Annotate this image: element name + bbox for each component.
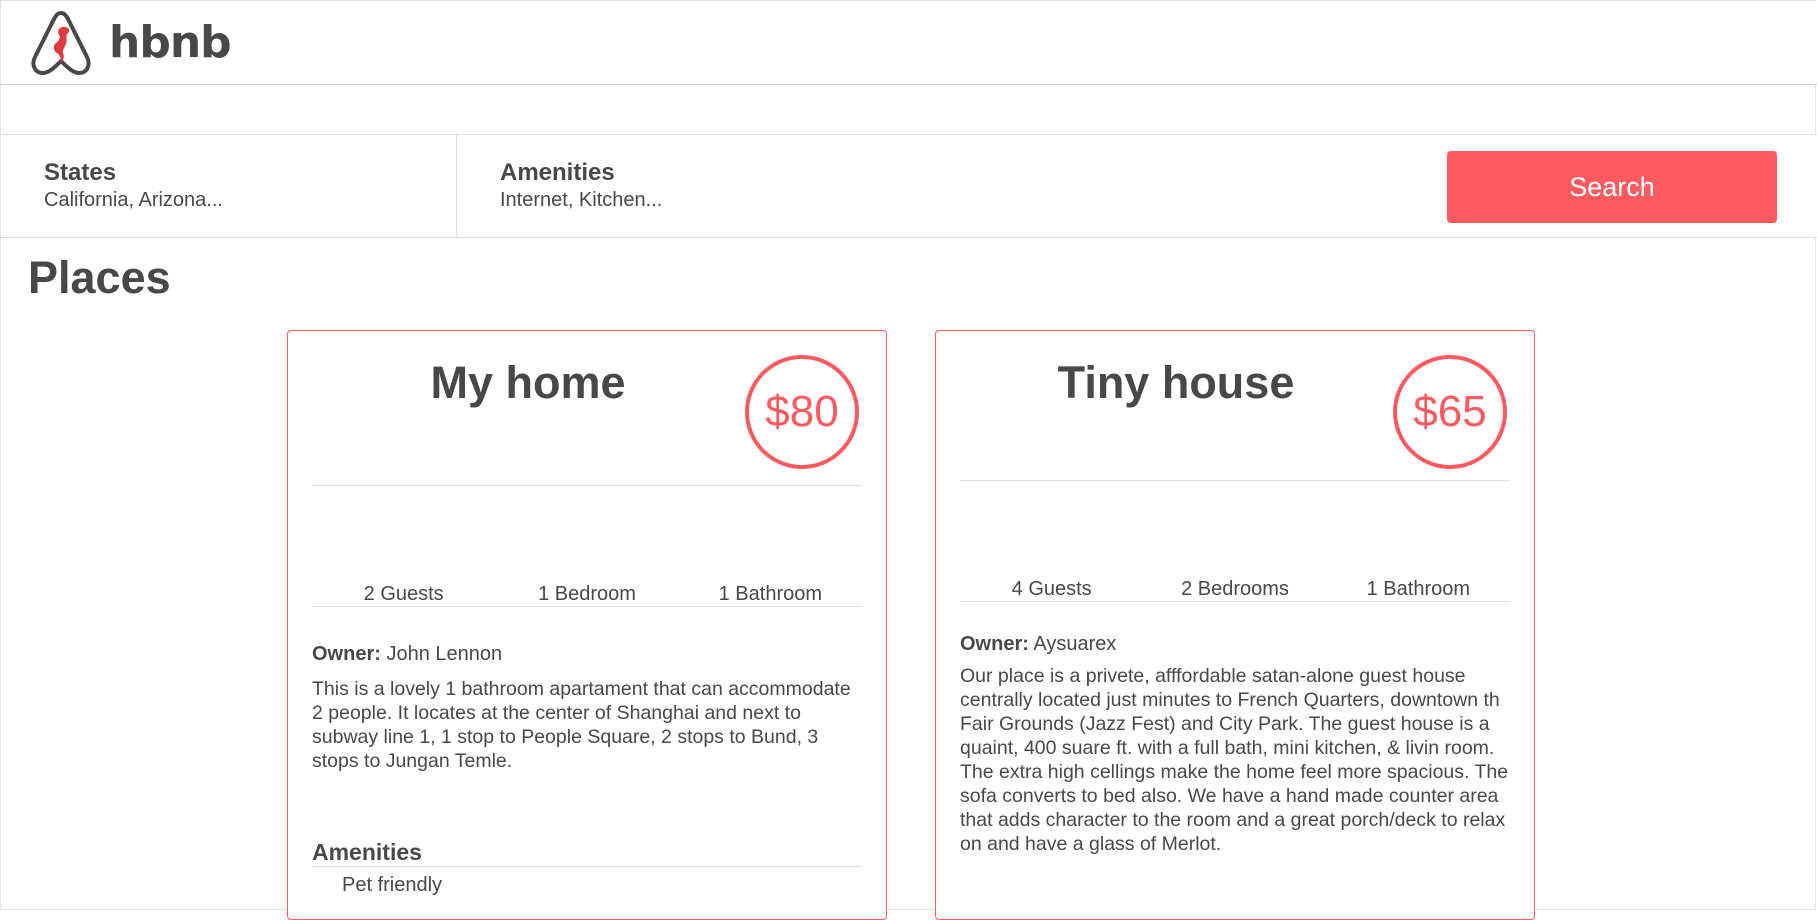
top-header: hbnb [1, 1, 1817, 85]
owner-label: Owner: [960, 633, 1029, 655]
hbnb-logo[interactable]: hbnb [29, 9, 232, 77]
divider [960, 480, 1510, 481]
states-filter[interactable]: States California, Arizona... [1, 135, 457, 237]
states-filter-title: States [44, 159, 117, 186]
owner-name: John Lennon [386, 643, 503, 665]
amenities-heading: Amenities [312, 839, 422, 865]
places-title: Places [28, 252, 171, 303]
number-bathrooms: 1 Bathroom [1366, 578, 1471, 600]
place-owner: Owner: Aysuarex [960, 633, 1116, 656]
states-filter-value: California, Arizona... [44, 189, 223, 211]
amenities-filter-title: Amenities [500, 159, 615, 186]
place-description: This is a lovely 1 bathroom apartament t… [312, 678, 851, 772]
divider [960, 601, 1510, 602]
search-button[interactable]: Search [1447, 151, 1777, 223]
place-title: My home [430, 357, 626, 408]
divider [312, 606, 862, 607]
number-rooms: 2 Bedrooms [1181, 578, 1289, 600]
place-card: My home $80 2 Guests 1 Bedroom 1 Bathroo… [287, 330, 887, 920]
amenities-filter-value: Internet, Kitchen... [500, 189, 663, 211]
place-information: 4 Guests 2 Bedrooms 1 Bathroom [960, 578, 1510, 601]
owner-name: Aysuarex [1033, 633, 1117, 655]
amenity-item: Pet friendly [342, 874, 443, 896]
divider [312, 866, 862, 867]
max-guests: 4 Guests [1011, 578, 1092, 600]
filters-bar: States California, Arizona... Amenities … [1, 134, 1817, 238]
amenities-list: Pet friendly [342, 874, 442, 897]
price-badge: $65 [1393, 355, 1507, 469]
number-rooms: 1 Bedroom [538, 583, 636, 605]
price-badge: $80 [745, 355, 859, 469]
logo-text: hbnb [109, 17, 232, 68]
place-card: Tiny house $65 4 Guests 2 Bedrooms 1 Bat… [935, 330, 1535, 920]
owner-label: Owner: [312, 643, 381, 665]
place-title: Tiny house [1057, 357, 1295, 408]
max-guests: 2 Guests [363, 583, 444, 605]
divider [312, 485, 862, 486]
place-description: Our place is a privete, afffordable sata… [960, 665, 1509, 855]
place-owner: Owner: John Lennon [312, 643, 502, 666]
airbnb-seahorse-logo-icon [31, 11, 91, 75]
place-information: 2 Guests 1 Bedroom 1 Bathroom [312, 583, 862, 606]
number-bathrooms: 1 Bathroom [718, 583, 823, 605]
amenities-filter[interactable]: Amenities Internet, Kitchen... [457, 135, 957, 237]
